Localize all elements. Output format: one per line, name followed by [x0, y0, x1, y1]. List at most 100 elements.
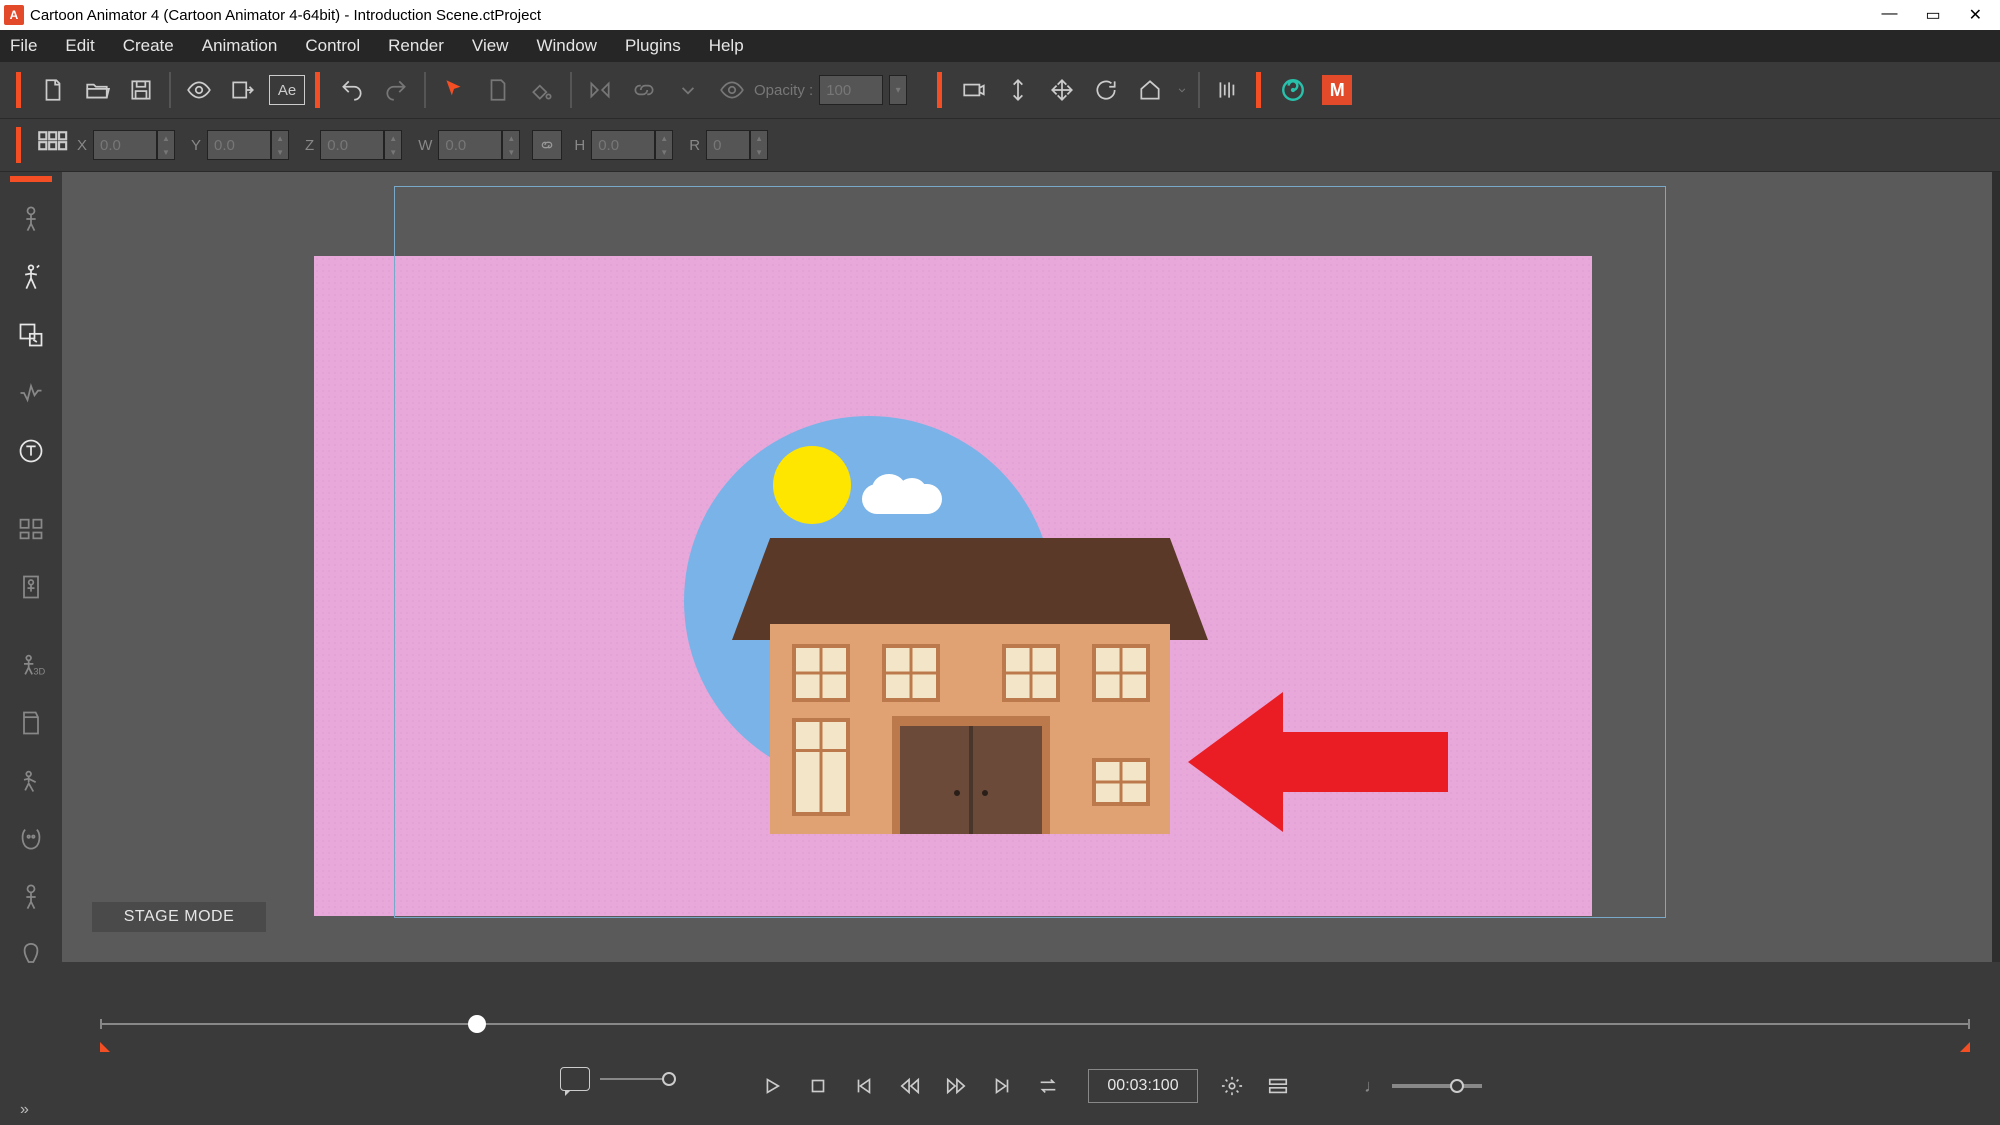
effect-tool[interactable] [12, 762, 50, 800]
range-start-marker[interactable] [100, 1042, 110, 1052]
close-button[interactable]: ✕ [1969, 5, 1982, 25]
maximize-button[interactable]: ▭ [1925, 5, 1940, 25]
prev-frame-button[interactable] [890, 1066, 930, 1106]
menu-window[interactable]: Window [536, 36, 596, 56]
move-tool[interactable] [1040, 68, 1084, 112]
head-tool[interactable] [12, 936, 50, 974]
text-tool[interactable] [12, 432, 50, 470]
window-prop[interactable] [1002, 644, 1060, 702]
minimize-button[interactable]: — [1881, 5, 1897, 25]
red-arrow-prop[interactable] [1188, 692, 1448, 832]
r-spinner[interactable]: ▲▼ [750, 130, 768, 160]
vertical-scrollbar[interactable] [1992, 172, 2000, 962]
move-y-tool[interactable] [996, 68, 1040, 112]
x-spinner[interactable]: ▲▼ [157, 130, 175, 160]
settings-button[interactable] [1212, 1066, 1252, 1106]
link-tool[interactable] [622, 68, 666, 112]
timeline-scrollbar[interactable] [100, 1015, 1970, 1033]
layout-tool[interactable] [12, 510, 50, 548]
rotate-tool[interactable] [1084, 68, 1128, 112]
r-input[interactable]: 0 [706, 130, 750, 160]
y-input[interactable]: 0.0 [207, 130, 271, 160]
stop-button[interactable] [798, 1066, 838, 1106]
photopea-button[interactable] [1271, 68, 1315, 112]
toolbar-divider [1198, 72, 1200, 108]
tall-window-prop[interactable] [792, 718, 850, 816]
loop-button[interactable] [1028, 1066, 1068, 1106]
grid-snap-button[interactable] [35, 128, 69, 162]
menu-plugins[interactable]: Plugins [625, 36, 681, 56]
lock-aspect-button[interactable] [532, 130, 562, 160]
visibility-tool[interactable] [710, 68, 754, 112]
open-project-button[interactable] [75, 68, 119, 112]
go-to-start-button[interactable] [844, 1066, 884, 1106]
menu-edit[interactable]: Edit [65, 36, 94, 56]
camera-tool[interactable] [952, 68, 996, 112]
audio-tool[interactable] [12, 374, 50, 412]
paint-tool[interactable] [520, 68, 564, 112]
h-spinner[interactable]: ▲▼ [655, 130, 673, 160]
flip-tool[interactable] [578, 68, 622, 112]
opacity-dropdown[interactable]: ▾ [889, 75, 907, 105]
new-project-button[interactable] [31, 68, 75, 112]
stage-mode-badge[interactable]: STAGE MODE [92, 902, 266, 932]
menu-animation[interactable]: Animation [202, 36, 278, 56]
3d-tool[interactable]: 3D [12, 646, 50, 684]
dropdown-arrow-icon[interactable] [666, 68, 710, 112]
menu-help[interactable]: Help [709, 36, 744, 56]
play-button[interactable] [752, 1066, 792, 1106]
sun-prop[interactable] [773, 446, 851, 524]
save-project-button[interactable] [119, 68, 163, 112]
cloud-prop[interactable] [862, 484, 942, 514]
transform-bar: X0.0▲▼ Y0.0▲▼ Z0.0▲▼ W0.0▲▼ H0.0▲▼ R0▲▼ [0, 118, 2000, 172]
opacity-input[interactable]: 100 [819, 75, 883, 105]
z-spinner[interactable]: ▲▼ [384, 130, 402, 160]
menu-file[interactable]: File [10, 36, 37, 56]
window-prop[interactable] [1092, 644, 1150, 702]
window-prop[interactable] [792, 644, 850, 702]
select-tool[interactable] [432, 68, 476, 112]
shape-tool[interactable] [476, 68, 520, 112]
redo-button[interactable] [374, 68, 418, 112]
face-tool[interactable] [12, 820, 50, 858]
bone-tool[interactable] [12, 568, 50, 606]
ae-label: Ae [269, 75, 305, 105]
next-frame-button[interactable] [936, 1066, 976, 1106]
volume-slider[interactable] [1392, 1084, 1482, 1088]
preview-button[interactable] [177, 68, 221, 112]
w-spinner[interactable]: ▲▼ [502, 130, 520, 160]
menu-render[interactable]: Render [388, 36, 444, 56]
export-button[interactable] [221, 68, 265, 112]
y-spinner[interactable]: ▲▼ [271, 130, 289, 160]
after-effects-button[interactable]: Ae [265, 68, 309, 112]
window-prop[interactable] [882, 644, 940, 702]
range-end-marker[interactable] [1960, 1042, 1970, 1052]
canvas[interactable] [314, 256, 1592, 916]
actor-tool[interactable] [12, 200, 50, 238]
expand-sidebar-button[interactable]: » [20, 1101, 29, 1119]
pose-tool[interactable] [12, 258, 50, 296]
slider-knob[interactable] [1450, 1079, 1464, 1093]
z-field: Z0.0▲▼ [305, 130, 402, 160]
home-tool[interactable] [1128, 68, 1172, 112]
scrollbar-thumb[interactable] [468, 1015, 486, 1033]
stage-viewport[interactable]: STAGE MODE [62, 172, 1992, 962]
sprite-editor-tool[interactable] [12, 316, 50, 354]
menu-control[interactable]: Control [305, 36, 360, 56]
timeline-panel-button[interactable] [1258, 1066, 1298, 1106]
timecode-display[interactable]: 00:03:100 [1088, 1069, 1198, 1103]
z-input[interactable]: 0.0 [320, 130, 384, 160]
x-input[interactable]: 0.0 [93, 130, 157, 160]
h-input[interactable]: 0.0 [591, 130, 655, 160]
onion-skin-tool[interactable] [1206, 68, 1250, 112]
marketplace-button[interactable]: M [1315, 68, 1359, 112]
small-window-prop[interactable] [1092, 758, 1150, 806]
menu-view[interactable]: View [472, 36, 509, 56]
prop-tool[interactable] [12, 704, 50, 742]
go-to-end-button[interactable] [982, 1066, 1022, 1106]
w-input[interactable]: 0.0 [438, 130, 502, 160]
dropdown-arrow-icon[interactable] [1172, 68, 1192, 112]
menu-create[interactable]: Create [123, 36, 174, 56]
character-tool[interactable] [12, 878, 50, 916]
undo-button[interactable] [330, 68, 374, 112]
